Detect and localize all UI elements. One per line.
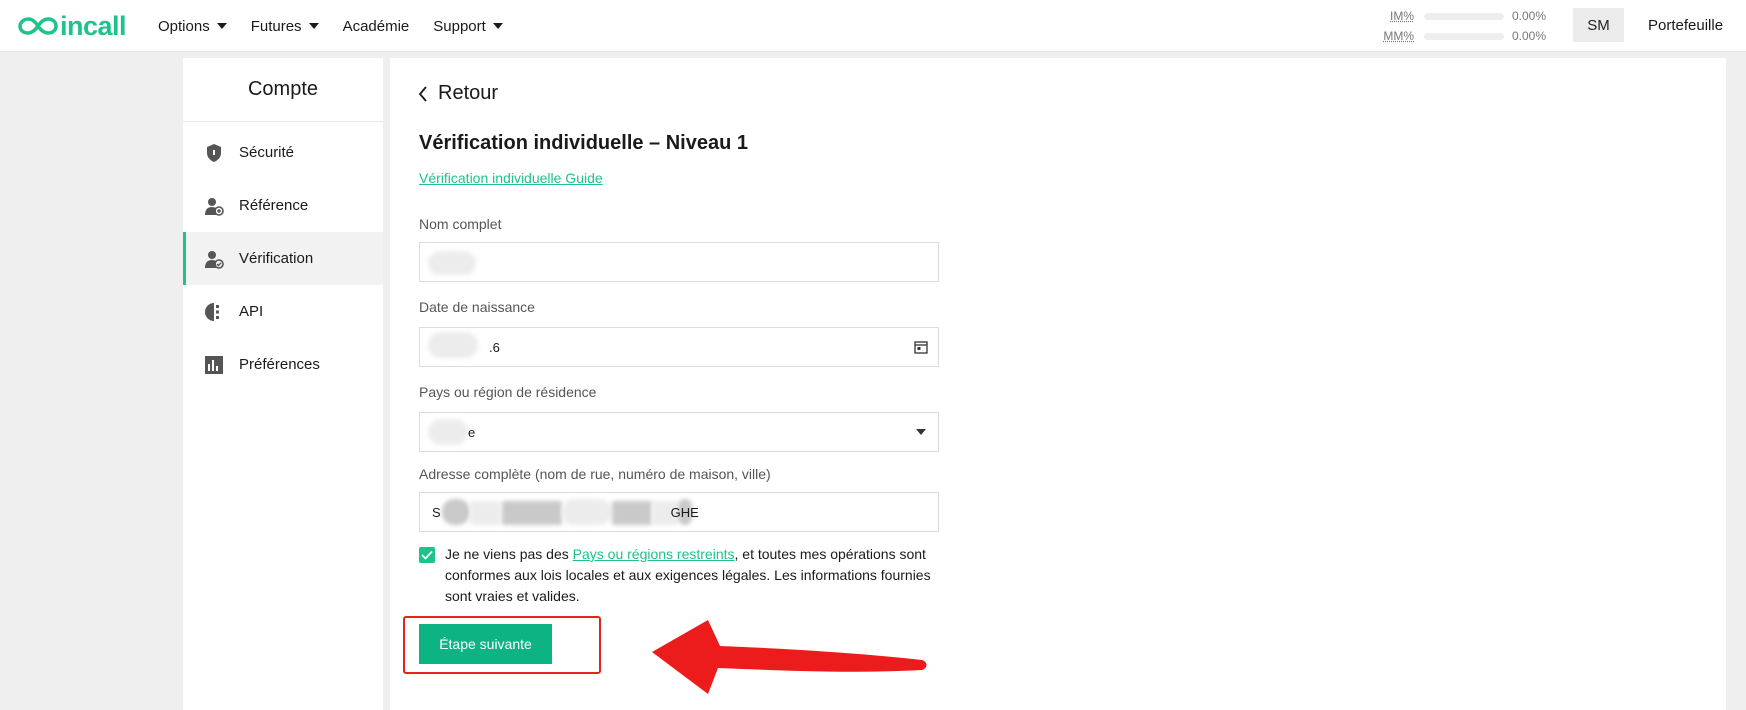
nav-options[interactable]: Options bbox=[158, 18, 227, 35]
nav-options-label: Options bbox=[158, 17, 210, 35]
caret-down-icon bbox=[308, 23, 319, 29]
sidebar-item-label: Référence bbox=[239, 197, 309, 214]
account-sidebar: Compte Sécurité Référence Vérification A… bbox=[183, 58, 383, 710]
shield-icon bbox=[203, 142, 225, 164]
calendar-icon[interactable] bbox=[914, 340, 928, 354]
nav-support-label: Support bbox=[433, 17, 486, 35]
nav-academie[interactable]: Académie bbox=[343, 18, 410, 35]
country-label: Pays ou région de résidence bbox=[419, 384, 597, 400]
dob-field[interactable]: .6 bbox=[419, 327, 939, 367]
redacted-blur bbox=[502, 501, 562, 525]
agreement: Je ne viens pas des Pays ou régions rest… bbox=[419, 544, 939, 607]
avatar[interactable]: SM bbox=[1573, 8, 1624, 42]
back-label: Retour bbox=[438, 82, 499, 104]
annotation-arrow-icon bbox=[652, 620, 927, 694]
guide-link[interactable]: Vérification individuelle Guide bbox=[419, 170, 603, 186]
main-panel: Retour Vérification individuelle – Nivea… bbox=[390, 58, 1726, 710]
country-select[interactable]: e bbox=[419, 412, 939, 452]
mm-value: 0.00% bbox=[1512, 29, 1547, 43]
logo[interactable]: incall bbox=[18, 10, 127, 42]
redacted-blur bbox=[428, 419, 468, 445]
agreement-text-before: Je ne viens pas des bbox=[445, 546, 573, 562]
nav-futures-label: Futures bbox=[250, 17, 302, 35]
chevron-left-icon bbox=[418, 85, 427, 102]
sidebar-title: Compte bbox=[183, 58, 383, 122]
agreement-text: Je ne viens pas des Pays ou régions rest… bbox=[445, 544, 939, 607]
sidebar-item-preferences[interactable]: Préférences bbox=[183, 338, 383, 391]
logo-text: incall bbox=[60, 10, 127, 41]
redacted-blur bbox=[428, 251, 476, 275]
margin-indicators: IM% 0.00% MM% 0.00% bbox=[1370, 6, 1550, 46]
sidebar-item-api[interactable]: API bbox=[183, 285, 383, 338]
wallet-link[interactable]: Portefeuille bbox=[1648, 0, 1723, 50]
address-prefix: S bbox=[432, 504, 441, 520]
api-icon bbox=[203, 301, 225, 323]
main-nav: Options Futures Académie Support bbox=[158, 0, 527, 52]
redacted-blur bbox=[442, 499, 470, 525]
redacted-blur bbox=[470, 501, 500, 525]
nav-support[interactable]: Support bbox=[433, 18, 503, 35]
nav-academie-label: Académie bbox=[342, 17, 410, 35]
dob-label: Date de naissance bbox=[419, 299, 535, 315]
restricted-regions-link[interactable]: Pays ou régions restreints bbox=[573, 546, 735, 562]
mm-bar bbox=[1424, 32, 1504, 40]
im-label[interactable]: IM% bbox=[1370, 9, 1414, 23]
redacted-blur bbox=[612, 501, 652, 525]
annotation-highlight-box bbox=[403, 616, 601, 674]
caret-down-icon bbox=[216, 23, 227, 29]
mm-row: MM% 0.00% bbox=[1370, 26, 1550, 46]
address-suffix: GHE bbox=[670, 504, 699, 520]
nav-futures[interactable]: Futures bbox=[251, 18, 319, 35]
mm-label[interactable]: MM% bbox=[1370, 29, 1414, 43]
user-plus-icon bbox=[203, 195, 225, 217]
im-value: 0.00% bbox=[1512, 9, 1547, 23]
im-bar bbox=[1424, 12, 1504, 20]
sidebar-list: Sécurité Référence Vérification API Préf… bbox=[183, 126, 383, 391]
back-button[interactable]: Retour bbox=[418, 82, 498, 105]
user-check-icon bbox=[203, 248, 225, 270]
caret-down-icon bbox=[916, 429, 926, 435]
sidebar-item-label: API bbox=[239, 303, 264, 320]
checkmark-icon bbox=[421, 550, 433, 560]
redacted-blur bbox=[562, 499, 612, 525]
sidebar-item-verification[interactable]: Vérification bbox=[183, 232, 383, 285]
agreement-checkbox[interactable] bbox=[419, 547, 435, 563]
dob-value: .6 bbox=[489, 339, 500, 355]
full-name-label: Nom complet bbox=[419, 216, 502, 232]
infinity-logo-icon bbox=[18, 17, 58, 35]
country-value: e bbox=[468, 424, 476, 440]
sidebar-item-securite[interactable]: Sécurité bbox=[183, 126, 383, 179]
sidebar-item-reference[interactable]: Référence bbox=[183, 179, 383, 232]
sidebar-item-label: Vérification bbox=[239, 250, 314, 267]
page-title: Vérification individuelle – Niveau 1 bbox=[419, 132, 748, 154]
sidebar-item-label: Sécurité bbox=[239, 144, 295, 161]
caret-down-icon bbox=[492, 23, 503, 29]
redacted-blur bbox=[428, 332, 478, 358]
full-name-field[interactable] bbox=[419, 242, 939, 282]
im-row: IM% 0.00% bbox=[1370, 6, 1550, 26]
top-bar: incall Options Futures Académie Support … bbox=[0, 0, 1746, 52]
sidebar-item-label: Préférences bbox=[239, 356, 320, 373]
address-field[interactable]: S GHE bbox=[419, 492, 939, 532]
bar-chart-icon bbox=[203, 354, 225, 376]
address-label: Adresse complète (nom de rue, numéro de … bbox=[419, 466, 771, 482]
